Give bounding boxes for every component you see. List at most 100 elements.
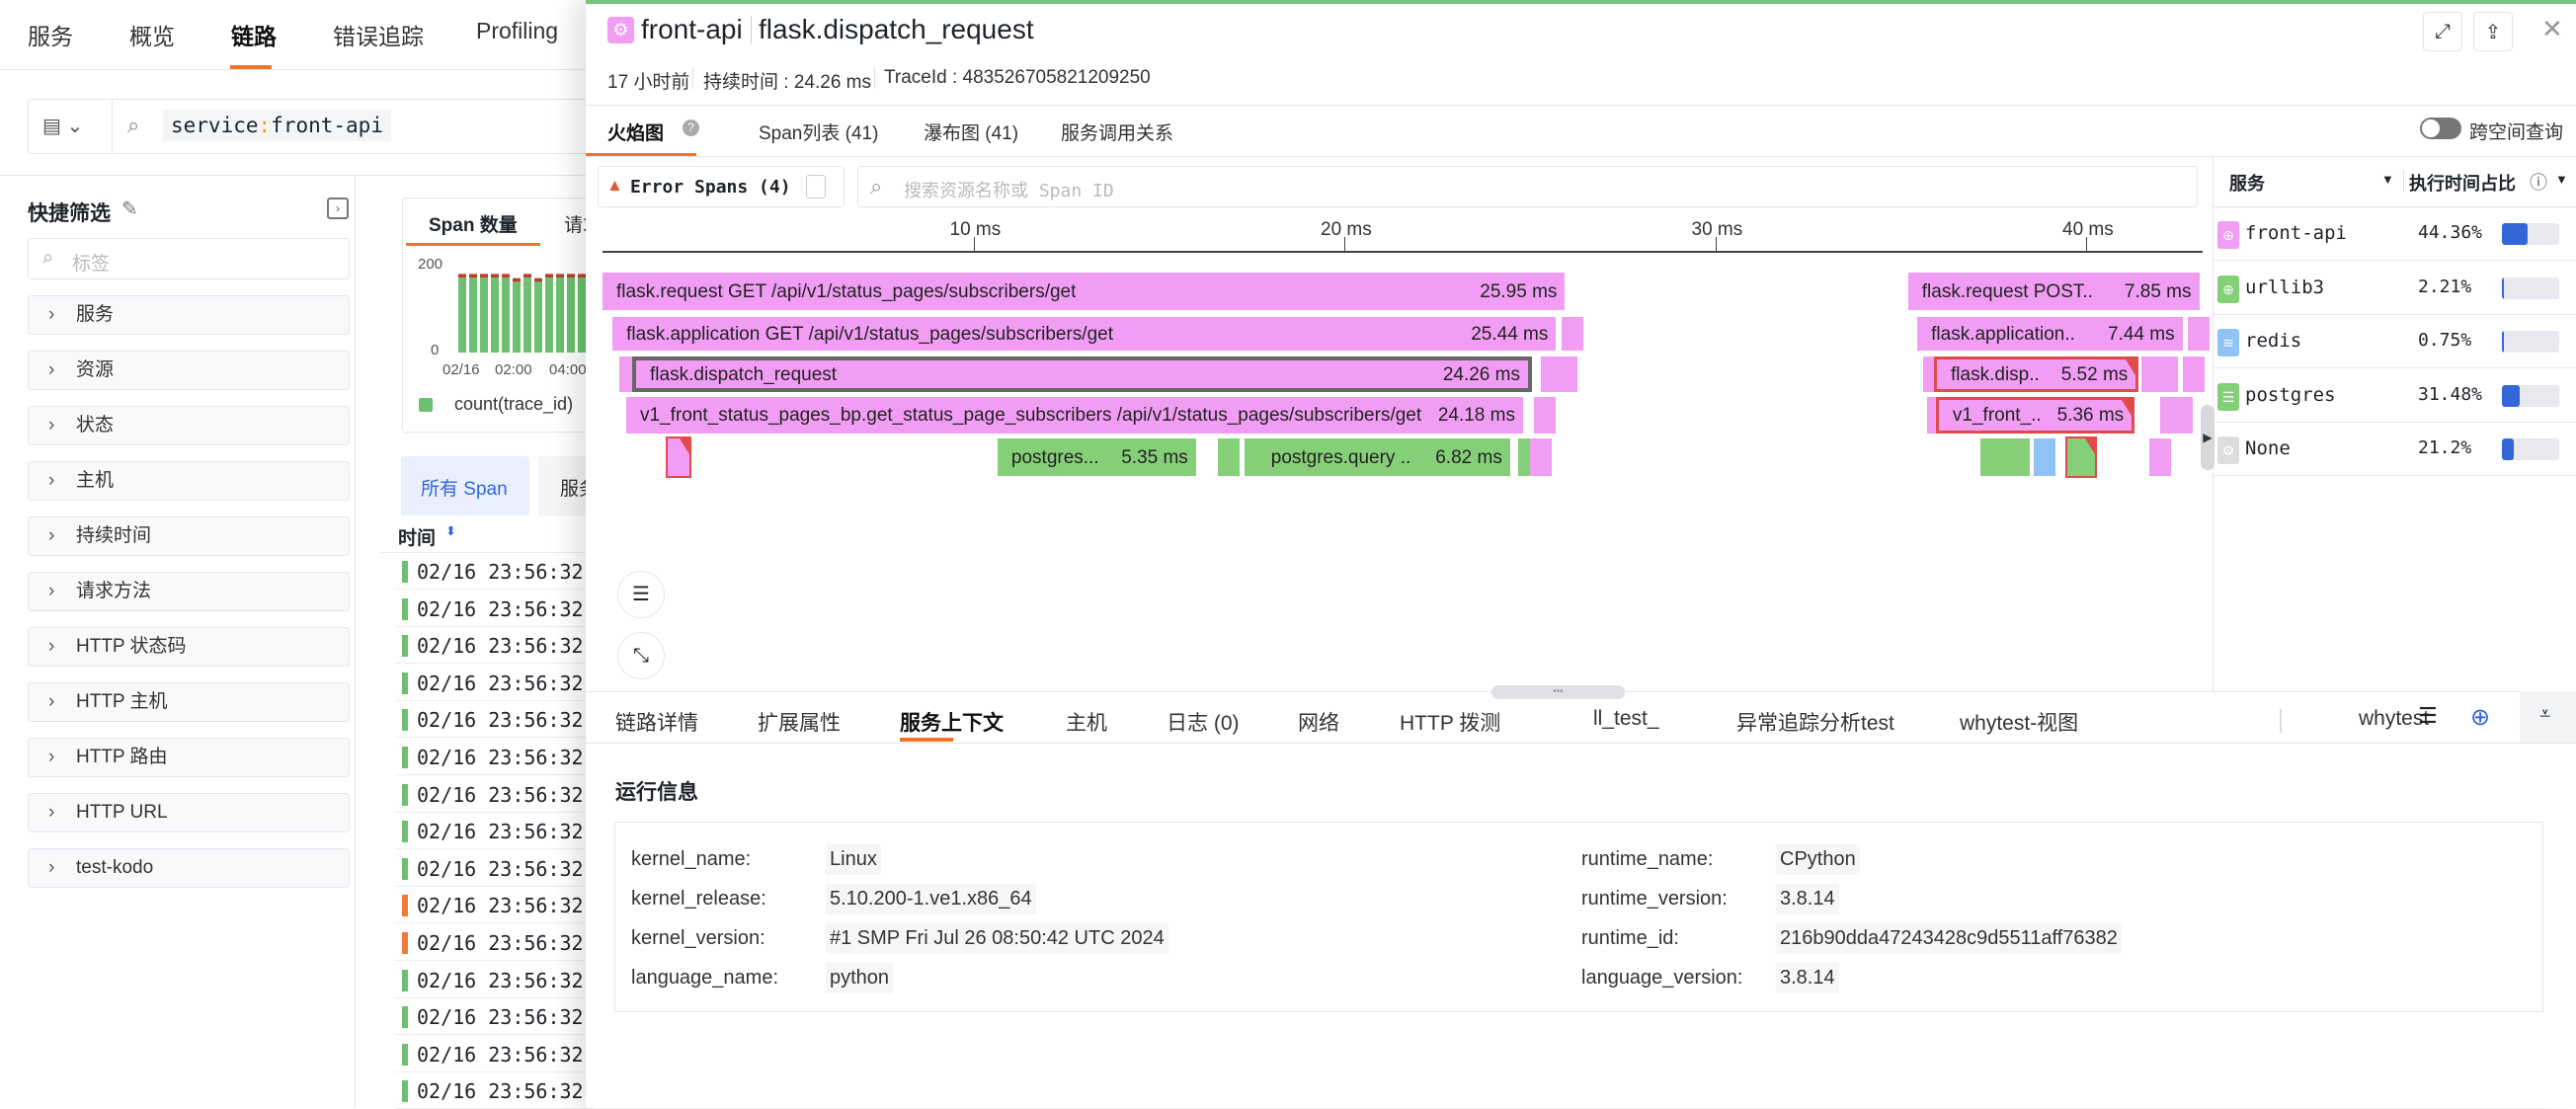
close-icon[interactable]: ✕: [2541, 14, 2563, 44]
nav-tab-traces[interactable]: 链路: [231, 18, 277, 51]
time-column-header[interactable]: 时间: [398, 523, 436, 550]
table-row[interactable]: 02/16 23:56:32.4: [395, 739, 607, 775]
quick-filter-item[interactable]: › 服务: [28, 295, 350, 335]
sort-down-icon[interactable]: ▼: [2555, 172, 2568, 187]
quick-filter-item[interactable]: › HTTP 路由: [28, 738, 350, 777]
collapse-sidebar-icon[interactable]: ›: [327, 198, 349, 219]
detail-tab[interactable]: HTTP 拨测: [1400, 707, 1500, 737]
flame-span[interactable]: flask.disp.. 5.52 ms: [1934, 356, 2139, 392]
flame-span-sliver[interactable]: [1561, 317, 1583, 351]
column-exec-ratio[interactable]: 执行时间占比: [2409, 170, 2516, 196]
table-row[interactable]: 02/16 23:56:32.4: [395, 887, 607, 924]
service-row[interactable]: ⊕ urllib3 2.21%: [2214, 262, 2576, 315]
tag-search-input[interactable]: ⌕ 标签: [28, 238, 350, 279]
chart-tab-span-count[interactable]: Span 数量: [429, 210, 518, 237]
flame-span-sliver[interactable]: [1218, 438, 1241, 476]
nav-tab-overview[interactable]: 概览: [129, 18, 175, 51]
quick-filter-item[interactable]: › HTTP 状态码: [28, 627, 350, 667]
flame-span[interactable]: flask.application GET /api/v1/status_pag…: [612, 317, 1557, 351]
chevron-right-icon: ›: [48, 525, 55, 546]
query-type-icon[interactable]: ▤ ⌄: [42, 114, 83, 138]
flame-span[interactable]: flask.request GET /api/v1/status_pages/s…: [603, 273, 1566, 310]
flame-span[interactable]: flask.application.. 7.44 ms: [1917, 317, 2183, 351]
x-tick: 04:00: [549, 361, 587, 378]
table-row[interactable]: 02/16 23:56:32.4: [395, 701, 607, 739]
add-tab-icon[interactable]: ⊕: [2470, 703, 2490, 732]
list-view-button[interactable]: ☰: [617, 571, 665, 618]
detail-tab[interactable]: 扩展属性: [758, 707, 841, 737]
flame-span-sliver[interactable]: [2034, 438, 2056, 476]
detail-tab[interactable]: ll_test_: [1593, 707, 1659, 731]
quick-filter-item[interactable]: › 状态: [28, 406, 350, 445]
flame-span-sliver[interactable]: [2156, 356, 2179, 392]
table-row[interactable]: 02/16 23:56:32.4: [395, 776, 607, 813]
nav-tab-services[interactable]: 服务: [28, 18, 73, 51]
detail-tab[interactable]: 链路详情: [615, 707, 698, 737]
detail-tab[interactable]: 网络: [1298, 707, 1339, 737]
edit-icon[interactable]: ✎: [121, 197, 138, 221]
detail-tab[interactable]: 日志 (0): [1167, 707, 1240, 737]
flame-span[interactable]: postgres... 5.35 ms: [997, 438, 1196, 476]
flame-span-sliver[interactable]: [665, 436, 691, 478]
span-name: postgres.query ..: [1270, 447, 1411, 467]
service-ratio: 44.36%: [2418, 222, 2483, 243]
quick-filter-item[interactable]: › 主机: [28, 461, 350, 501]
search-input[interactable]: service:front-api: [163, 110, 391, 141]
table-row[interactable]: 02/16 23:56:32.4: [395, 665, 607, 701]
nav-tab-profiling[interactable]: Profiling: [476, 18, 558, 44]
row-time: 02/16 23:56:32.4: [417, 746, 607, 769]
flame-span[interactable]: flask.request POST.. 7.85 ms: [1907, 273, 2200, 310]
flame-span-sliver[interactable]: [2148, 438, 2171, 476]
tab-all-spans[interactable]: 所有 Span: [401, 456, 529, 515]
flame-span-sliver[interactable]: [2188, 317, 2211, 351]
flame-span-sliver[interactable]: [1556, 356, 1578, 392]
quick-filter-item[interactable]: › 资源: [28, 351, 350, 390]
quick-filter-item[interactable]: › 持续时间: [28, 516, 350, 556]
collapse-panel-button[interactable]: ⩡: [2520, 691, 2576, 743]
tab-list-icon[interactable]: ☰: [2418, 703, 2438, 729]
sort-icon[interactable]: ⬍: [445, 523, 456, 539]
quick-filter-item[interactable]: › test-kodo: [28, 848, 350, 888]
service-row[interactable]: ⊕ front-api 44.36%: [2214, 207, 2576, 261]
flame-span-sliver[interactable]: [2171, 397, 2194, 434]
service-row[interactable]: ≋ redis 0.75%: [2214, 315, 2576, 368]
table-row[interactable]: 02/16 23:56:32.4: [395, 1072, 607, 1109]
detail-tab[interactable]: 服务上下文: [900, 707, 1004, 737]
flame-span-sliver[interactable]: [2065, 436, 2098, 478]
sort-down-icon[interactable]: ▼: [2381, 172, 2394, 187]
flame-span-sliver[interactable]: [1529, 438, 1552, 476]
flame-span-sliver[interactable]: [2182, 356, 2205, 392]
quick-filter-item[interactable]: › HTTP 主机: [28, 682, 350, 722]
table-row[interactable]: 02/16 23:56:32.4: [395, 1036, 607, 1072]
share-button[interactable]: ⇪: [2473, 12, 2513, 51]
column-service[interactable]: 服务: [2229, 170, 2265, 196]
flame-span[interactable]: v1_front_status_pages_bp.get_status_page…: [626, 397, 1523, 434]
resize-handle[interactable]: •••: [1491, 685, 1625, 699]
fullscreen-button[interactable]: ⤢: [2423, 12, 2462, 51]
cross-space-toggle[interactable]: [2420, 118, 2461, 139]
table-row[interactable]: 02/16 23:56:32.4: [395, 924, 607, 961]
flame-span[interactable]: v1_front_.. 5.36 ms: [1935, 397, 2135, 434]
detail-tab[interactable]: 异常追踪分析test: [1736, 707, 1894, 737]
service-row[interactable]: ⚙ None 21.2%: [2214, 423, 2576, 476]
service-row[interactable]: ☰ postgres 31.48%: [2214, 369, 2576, 423]
panel-toggle-handle[interactable]: ▶: [2201, 405, 2214, 470]
detail-tab[interactable]: whytest-视图: [1960, 707, 2078, 737]
info-icon[interactable]: ⓘ: [2530, 169, 2547, 195]
table-row[interactable]: 02/16 23:56:32.4: [395, 962, 607, 998]
table-row[interactable]: 02/16 23:56:32.4: [395, 813, 607, 850]
table-row[interactable]: 02/16 23:56:32.4: [395, 627, 607, 665]
flame-span-sliver[interactable]: [2008, 438, 2031, 476]
table-row[interactable]: 02/16 23:56:32.4: [395, 591, 607, 627]
nav-tab-error-tracking[interactable]: 错误追踪: [333, 18, 424, 51]
quick-filter-item[interactable]: › HTTP URL: [28, 793, 350, 832]
table-row[interactable]: 02/16 23:56:32.4: [395, 553, 607, 590]
quick-filter-item[interactable]: › 请求方法: [28, 572, 350, 611]
compress-button[interactable]: ⤡: [617, 632, 665, 679]
table-row[interactable]: 02/16 23:56:32.4: [395, 850, 607, 887]
flame-span[interactable]: flask.dispatch_request 24.26 ms: [632, 356, 1532, 392]
flame-span-sliver[interactable]: [1533, 397, 1556, 434]
detail-tab[interactable]: 主机: [1066, 707, 1107, 737]
flame-span[interactable]: postgres.query .. 6.82 ms: [1256, 438, 1510, 476]
table-row[interactable]: 02/16 23:56:32.4: [395, 998, 607, 1036]
